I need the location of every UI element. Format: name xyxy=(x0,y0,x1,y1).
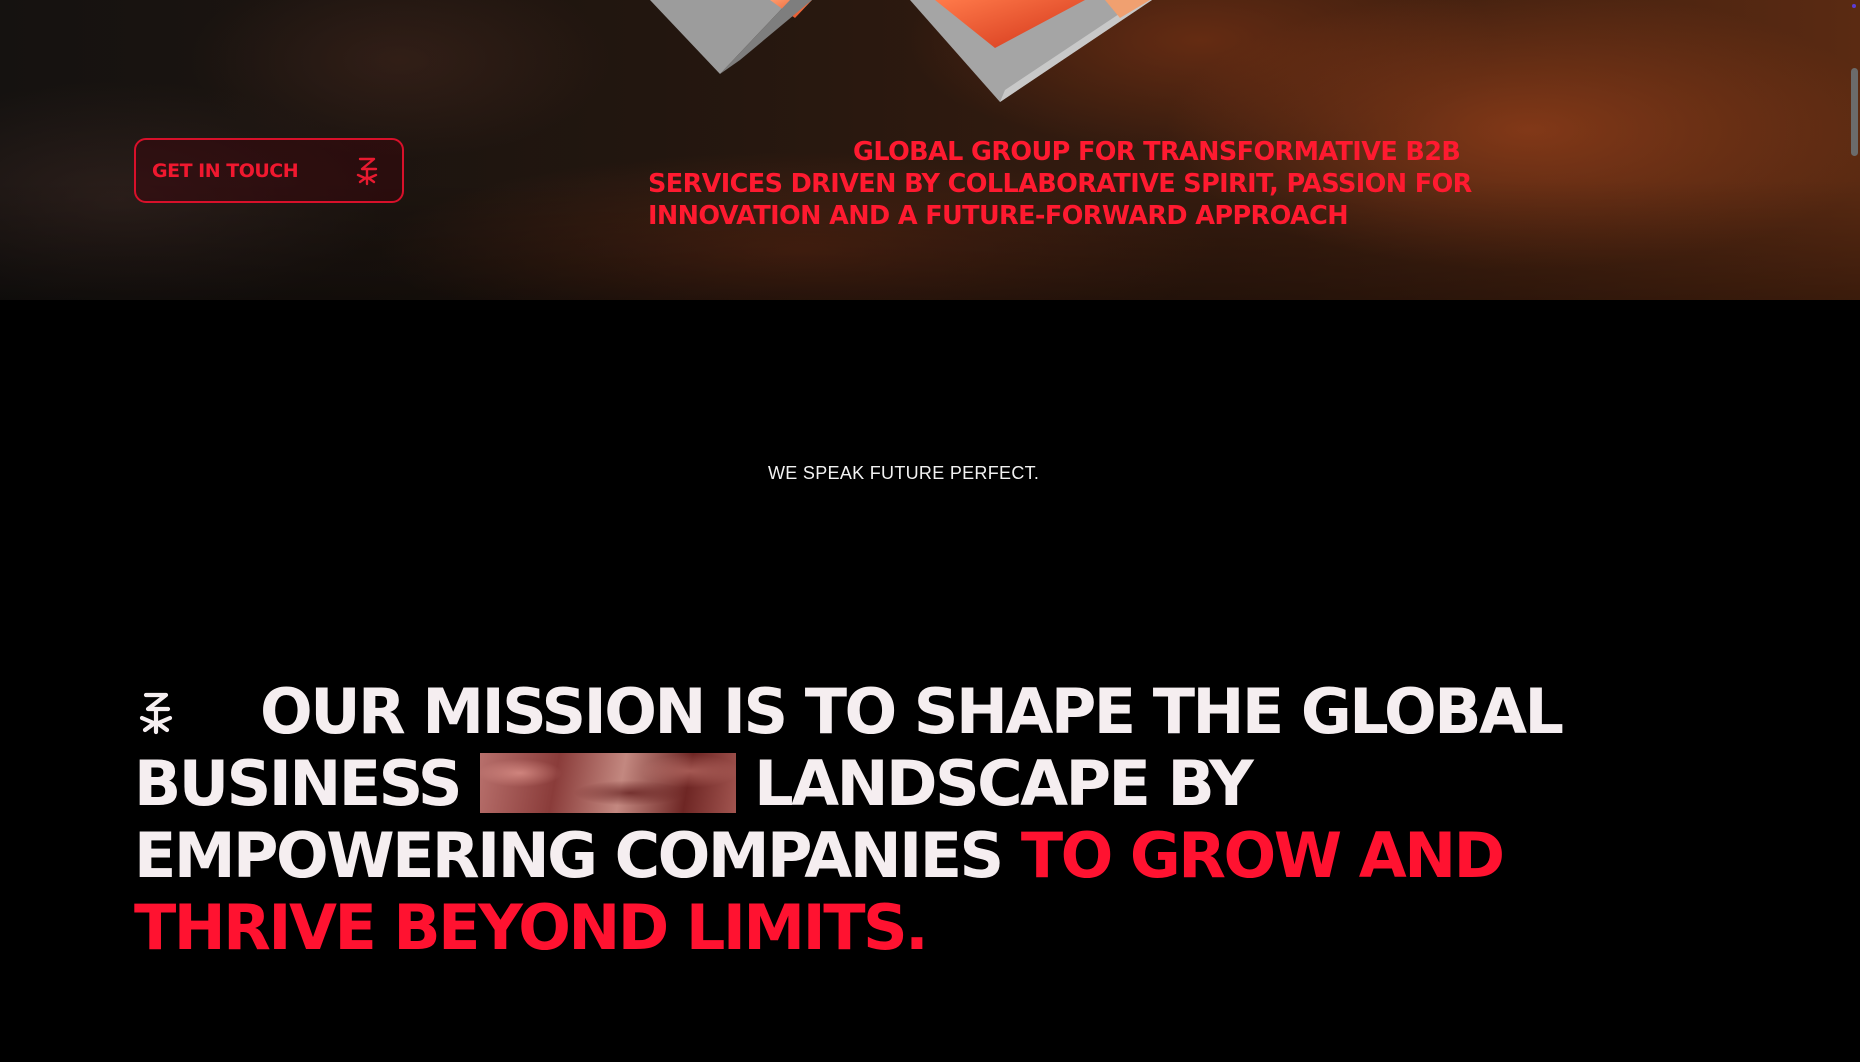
page-scrollbar[interactable] xyxy=(1851,68,1858,156)
get-in-touch-button[interactable]: GET IN TOUCH xyxy=(134,138,404,203)
hero-tagline: GLOBAL GROUP FOR TRANSFORMATIVE B2B SERV… xyxy=(648,137,1472,231)
brand-logo-icon xyxy=(356,157,378,185)
mission-inline-image xyxy=(480,753,737,813)
section-eyebrow: WE SPEAK FUTURE PERFECT. xyxy=(768,463,1040,483)
corner-indicator xyxy=(1852,4,1856,8)
mission-statement: OUR MISSION IS TO SHAPE THE GLOBAL BUSIN… xyxy=(134,676,1674,964)
page: GET IN TOUCH GLOBAL GROUP FOR TRANSFORMA… xyxy=(0,0,1860,1062)
get-in-touch-label: GET IN TOUCH xyxy=(152,159,299,182)
hero-section: GET IN TOUCH GLOBAL GROUP FOR TRANSFORMA… xyxy=(0,0,1860,300)
brand-logo-icon xyxy=(134,689,178,737)
